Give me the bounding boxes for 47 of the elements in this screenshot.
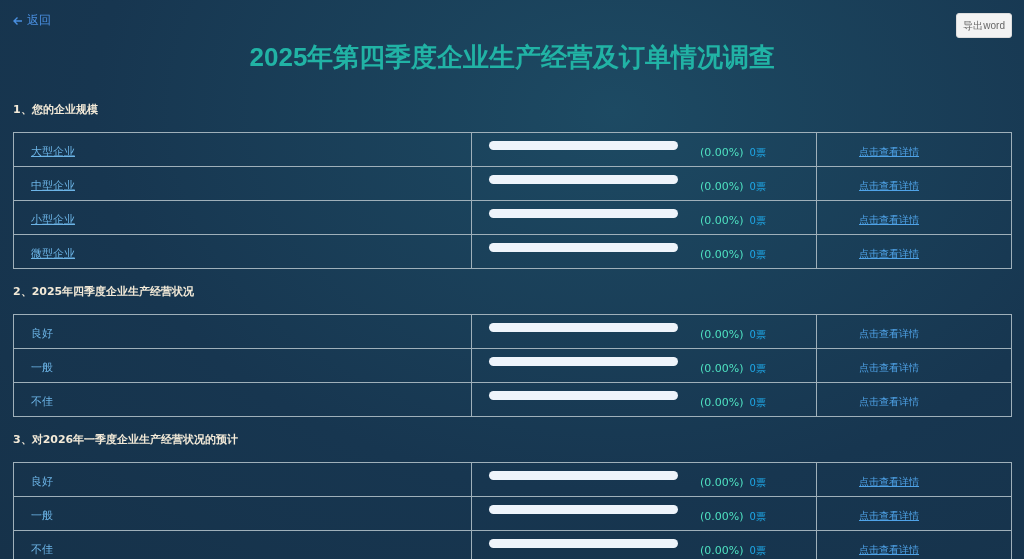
back-link[interactable]: 返回 [13, 12, 51, 29]
view-details-link[interactable]: 点击查看详情 [859, 180, 919, 191]
option-label: 良好 [31, 475, 53, 488]
vote-count: 0票 [749, 213, 766, 228]
view-details-link[interactable]: 点击查看详情 [859, 248, 919, 259]
percent-text: (0.00%) [700, 214, 744, 227]
percent-text: (0.00%) [700, 248, 744, 261]
back-arrow-icon [13, 15, 23, 26]
option-label: 微型企业 [31, 247, 75, 260]
export-word-button[interactable]: 导出word [956, 13, 1012, 38]
percent-text: (0.00%) [700, 396, 744, 409]
view-details-link[interactable]: 点击查看详情 [859, 476, 919, 487]
page-title: 2025年第四季度企业生产经营及订单情况调查 [248, 44, 777, 74]
percent-text: (0.00%) [700, 544, 744, 557]
view-details-link[interactable]: 点击查看详情 [859, 544, 919, 555]
option-label: 良好 [31, 327, 53, 340]
percent-text: (0.00%) [700, 362, 744, 375]
question-heading: 2、2025年四季度企业生产经营状况 [13, 284, 196, 300]
option-label: 中型企业 [31, 179, 75, 192]
vote-count: 0票 [749, 361, 766, 376]
view-details-link[interactable]: 点击查看详情 [859, 328, 919, 339]
percent-text: (0.00%) [700, 476, 744, 489]
vote-count: 0票 [749, 179, 766, 194]
percent-text: (0.00%) [700, 180, 744, 193]
percent-text: (0.00%) [700, 328, 744, 341]
percent-text: (0.00%) [700, 146, 744, 159]
question-heading: 1、您的企业规模 [13, 102, 99, 118]
vote-count: 0票 [749, 395, 766, 410]
view-details-link[interactable]: 点击查看详情 [859, 362, 919, 373]
option-label: 不佳 [31, 395, 53, 408]
vote-count: 0票 [749, 509, 766, 524]
vote-count: 0票 [749, 247, 766, 262]
vote-count: 0票 [749, 145, 766, 160]
view-details-link[interactable]: 点击查看详情 [859, 214, 919, 225]
view-details-link[interactable]: 点击查看详情 [859, 146, 919, 157]
question-heading: 3、对2026年一季度企业生产经营状况的预计 [13, 432, 240, 448]
vote-count: 0票 [749, 327, 766, 342]
option-label: 大型企业 [31, 145, 75, 158]
percent-text: (0.00%) [700, 510, 744, 523]
option-label: 不佳 [31, 543, 53, 556]
option-label: 小型企业 [31, 213, 75, 226]
view-details-link[interactable]: 点击查看详情 [859, 396, 919, 407]
option-label: 一般 [31, 361, 53, 374]
view-details-link[interactable]: 点击查看详情 [859, 510, 919, 521]
vote-count: 0票 [749, 543, 766, 558]
option-label: 一般 [31, 509, 53, 522]
vote-count: 0票 [749, 475, 766, 490]
